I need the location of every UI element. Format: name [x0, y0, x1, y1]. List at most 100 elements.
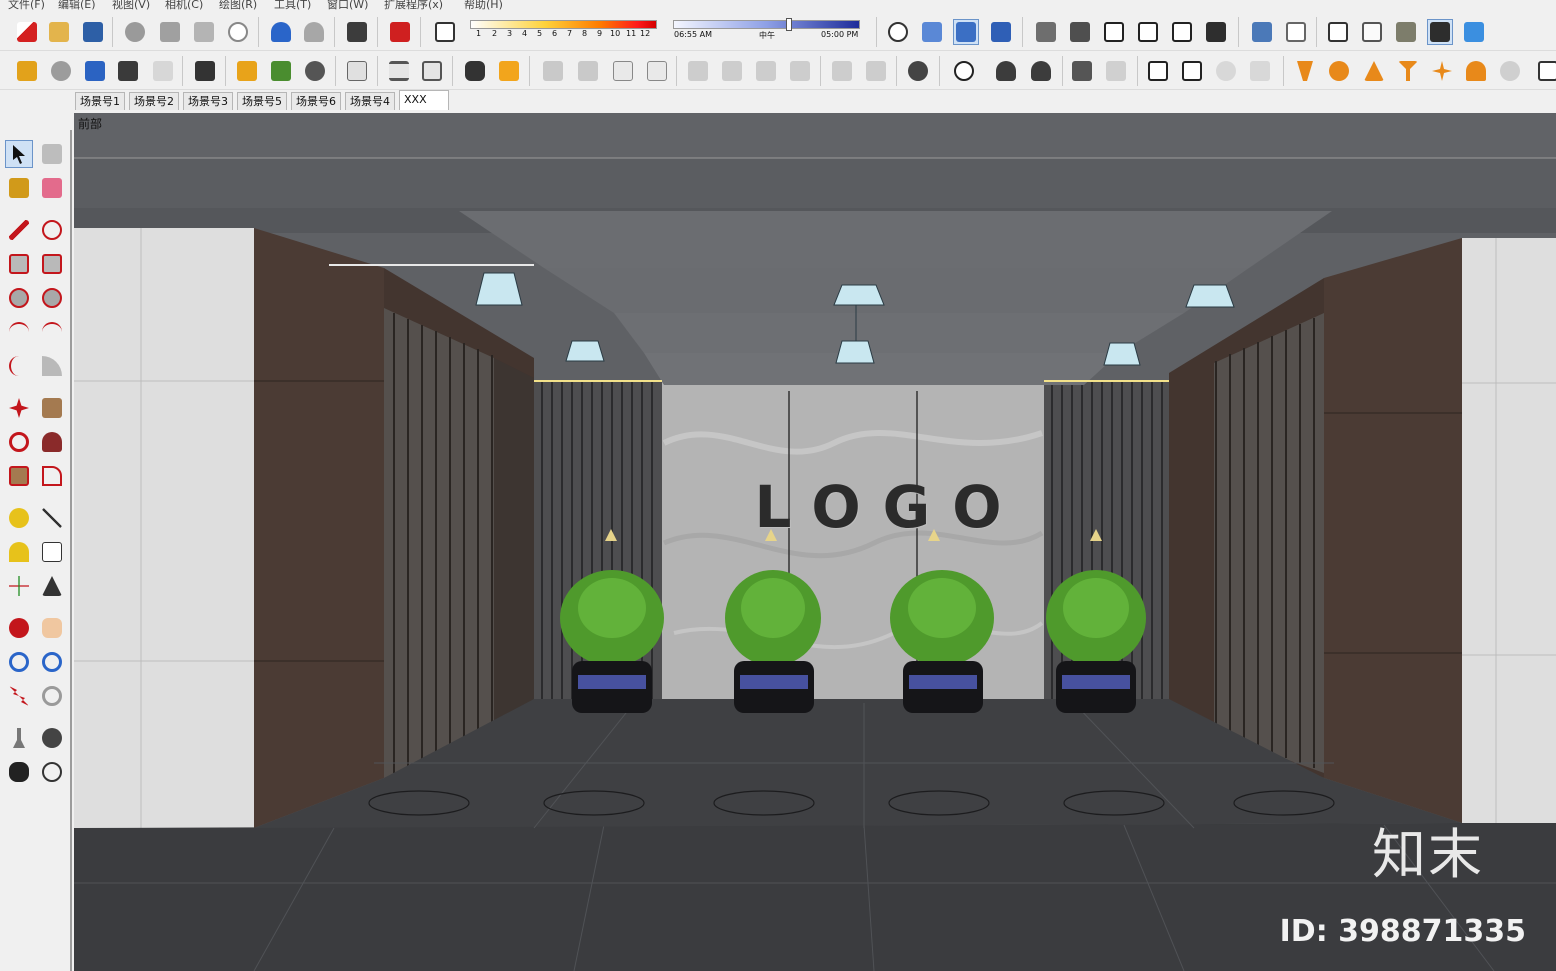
walk-tool-button[interactable] — [5, 758, 33, 786]
redo-button[interactable] — [301, 19, 327, 45]
refresh-button[interactable] — [48, 58, 74, 84]
camera-button[interactable] — [115, 58, 141, 84]
model-viewport[interactable]: 前部 LOGO 知末 ID: 398871335 — [74, 113, 1556, 971]
frame-buffer-button[interactable] — [1103, 58, 1129, 84]
look-around-button[interactable] — [38, 724, 66, 752]
sphere-button[interactable] — [1497, 58, 1523, 84]
dome-light-button[interactable] — [1463, 58, 1489, 84]
tab-scene-1[interactable]: 场景号1 — [75, 92, 125, 110]
line-tool-button[interactable] — [5, 216, 33, 244]
style-3-button[interactable] — [1325, 19, 1351, 45]
front-view-button[interactable] — [953, 19, 979, 45]
layout-2-button[interactable] — [719, 58, 745, 84]
pan-tool-button[interactable] — [38, 614, 66, 642]
export-exe-button[interactable] — [610, 58, 636, 84]
style-1-button[interactable] — [1249, 19, 1275, 45]
print-button[interactable] — [344, 19, 370, 45]
shadow-toggle-button[interactable] — [432, 19, 458, 45]
freehand-tool-button[interactable] — [38, 216, 66, 244]
menu-help[interactable]: 帮助(H) — [464, 0, 503, 10]
hidden-line-button[interactable] — [1135, 19, 1161, 45]
section-plane-button[interactable] — [38, 758, 66, 786]
tab-scene-xxx[interactable]: XXX — [399, 90, 449, 110]
select-tool-button[interactable] — [5, 140, 33, 168]
scale-tool-button[interactable] — [5, 462, 33, 490]
tab-scene-4[interactable]: 场景号4 — [345, 92, 395, 110]
shaded-button[interactable] — [1169, 19, 1195, 45]
menu-window[interactable]: 窗口(W) — [327, 0, 368, 10]
menu-camera[interactable]: 相机(C) — [165, 0, 203, 10]
follow-me-tool-button[interactable] — [38, 428, 66, 456]
view-settings-button[interactable] — [419, 58, 445, 84]
back-edges-button[interactable] — [1067, 19, 1093, 45]
top-view-button[interactable] — [919, 19, 945, 45]
export-image-button[interactable] — [540, 58, 566, 84]
polygon-tool-button[interactable] — [38, 284, 66, 312]
style-2-button[interactable] — [1283, 19, 1309, 45]
push-pull-tool-button[interactable] — [38, 394, 66, 422]
style-7-button[interactable] — [1461, 19, 1487, 45]
layout-4-button[interactable] — [787, 58, 813, 84]
paint-bucket-button[interactable] — [5, 174, 33, 202]
move-tool-button[interactable] — [5, 394, 33, 422]
copy-button[interactable] — [157, 19, 183, 45]
3d-text-tool-button[interactable] — [38, 572, 66, 600]
menu-view[interactable]: 视图(V) — [112, 0, 150, 10]
open-button[interactable] — [46, 19, 72, 45]
interactive-render-button[interactable] — [1028, 58, 1054, 84]
shadow-month-scale[interactable]: 1 2 3 4 5 6 7 8 9 10 11 12 — [470, 20, 657, 40]
vr-button[interactable] — [192, 58, 218, 84]
save-button[interactable] — [80, 19, 106, 45]
two-point-arc-button[interactable] — [38, 318, 66, 346]
paste-button[interactable] — [191, 19, 217, 45]
xray-button[interactable] — [1033, 19, 1059, 45]
photo-button[interactable] — [150, 58, 176, 84]
spot-light-button[interactable] — [1292, 58, 1318, 84]
menu-extensions[interactable]: 扩展程序(x) — [384, 0, 443, 10]
layout-5-button[interactable] — [829, 58, 855, 84]
wireframe-button[interactable] — [1101, 19, 1127, 45]
right-view-button[interactable] — [988, 19, 1014, 45]
axes-tool-button[interactable] — [5, 572, 33, 600]
cut-button[interactable] — [122, 19, 148, 45]
rotated-rect-tool-button[interactable] — [38, 250, 66, 278]
time-slider-thumb[interactable] — [786, 18, 792, 31]
offset-tool-button[interactable] — [38, 462, 66, 490]
tab-scene-3[interactable]: 场景号3 — [183, 92, 233, 110]
undo-button[interactable] — [268, 19, 294, 45]
vray-button[interactable] — [951, 58, 977, 84]
menu-tools[interactable]: 工具(T) — [274, 0, 311, 10]
rect-light-button[interactable] — [1361, 58, 1387, 84]
tab-scene-2[interactable]: 场景号2 — [129, 92, 179, 110]
rotate-tool-button[interactable] — [5, 428, 33, 456]
menu-draw[interactable]: 绘图(R) — [219, 0, 257, 10]
style-5-button[interactable] — [1393, 19, 1419, 45]
dimension-tool-button[interactable] — [38, 504, 66, 532]
sliders-button[interactable] — [386, 58, 412, 84]
tree-button[interactable] — [268, 58, 294, 84]
shadow-time-slider[interactable]: 06:55 AM 中午 05:00 PM — [673, 18, 860, 42]
orbit-tool-button[interactable] — [5, 614, 33, 642]
iso-view-button[interactable] — [885, 19, 911, 45]
new-model-button[interactable] — [14, 19, 40, 45]
comment-button[interactable] — [462, 58, 488, 84]
make-component-button[interactable] — [38, 140, 66, 168]
geo-location-button[interactable] — [905, 58, 931, 84]
tape-measure-button[interactable] — [5, 504, 33, 532]
menu-edit[interactable]: 编辑(E) — [58, 0, 96, 10]
window-2-button[interactable] — [1179, 58, 1205, 84]
style-6-button[interactable] — [1427, 19, 1453, 45]
arc-tool-button[interactable] — [5, 318, 33, 346]
omni-light-button[interactable] — [1326, 58, 1352, 84]
extra-tool-button[interactable] — [1535, 58, 1556, 84]
eraser-tool-button[interactable] — [38, 174, 66, 202]
cloud-button[interactable] — [1213, 58, 1239, 84]
textured-button[interactable] — [1203, 19, 1229, 45]
window-button[interactable] — [1145, 58, 1171, 84]
export-model-button[interactable] — [575, 58, 601, 84]
sound-button[interactable] — [344, 58, 370, 84]
erase-button[interactable] — [225, 19, 251, 45]
three-point-arc-button[interactable] — [5, 352, 33, 380]
info-button[interactable] — [496, 58, 522, 84]
protractor-button[interactable] — [5, 538, 33, 566]
